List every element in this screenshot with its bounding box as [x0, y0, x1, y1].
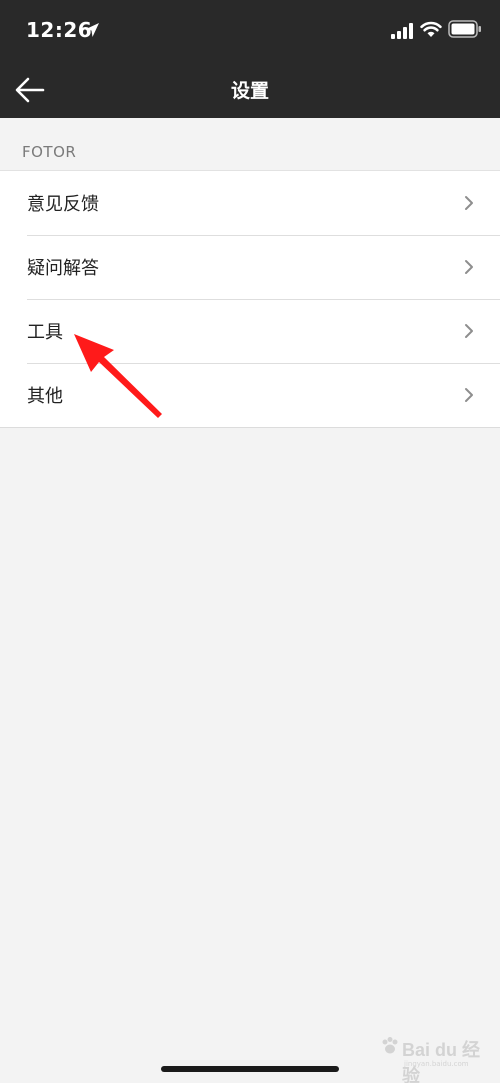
- status-time: 12:26: [26, 18, 93, 42]
- location-arrow-icon: [85, 23, 99, 37]
- wifi-icon: [420, 21, 442, 37]
- chevron-right-icon: [465, 388, 473, 402]
- top-bar: 12:26 设置: [0, 0, 500, 118]
- list-item-faq[interactable]: 疑问解答: [0, 235, 500, 299]
- chevron-right-icon: [465, 324, 473, 338]
- section-header: FOTOR: [22, 143, 77, 161]
- list-item-label: 工具: [27, 322, 63, 343]
- paw-icon: [382, 1037, 398, 1054]
- list-item-label: 意见反馈: [27, 194, 99, 215]
- list-item-feedback[interactable]: 意见反馈: [0, 171, 500, 235]
- baidu-watermark: Bai du 经验 jingyan.baidu.com: [380, 1030, 490, 1083]
- annotation-arrow-icon: [74, 334, 162, 418]
- page-title: 设置: [230, 80, 269, 102]
- list-item-label: 其他: [27, 386, 63, 407]
- chevron-right-icon: [465, 260, 473, 274]
- chevron-right-icon: [465, 196, 473, 210]
- list-item-label: 疑问解答: [27, 258, 99, 279]
- home-indicator: [161, 1066, 339, 1072]
- battery-icon: [448, 20, 481, 38]
- settings-screen: 12:26 设置 FOTOR 意见反馈 疑问解答 工具 其他 Bai du 经验…: [0, 0, 500, 1083]
- cellular-signal-icon: [391, 23, 413, 39]
- watermark-subtext: jingyan.baidu.com: [404, 1060, 469, 1068]
